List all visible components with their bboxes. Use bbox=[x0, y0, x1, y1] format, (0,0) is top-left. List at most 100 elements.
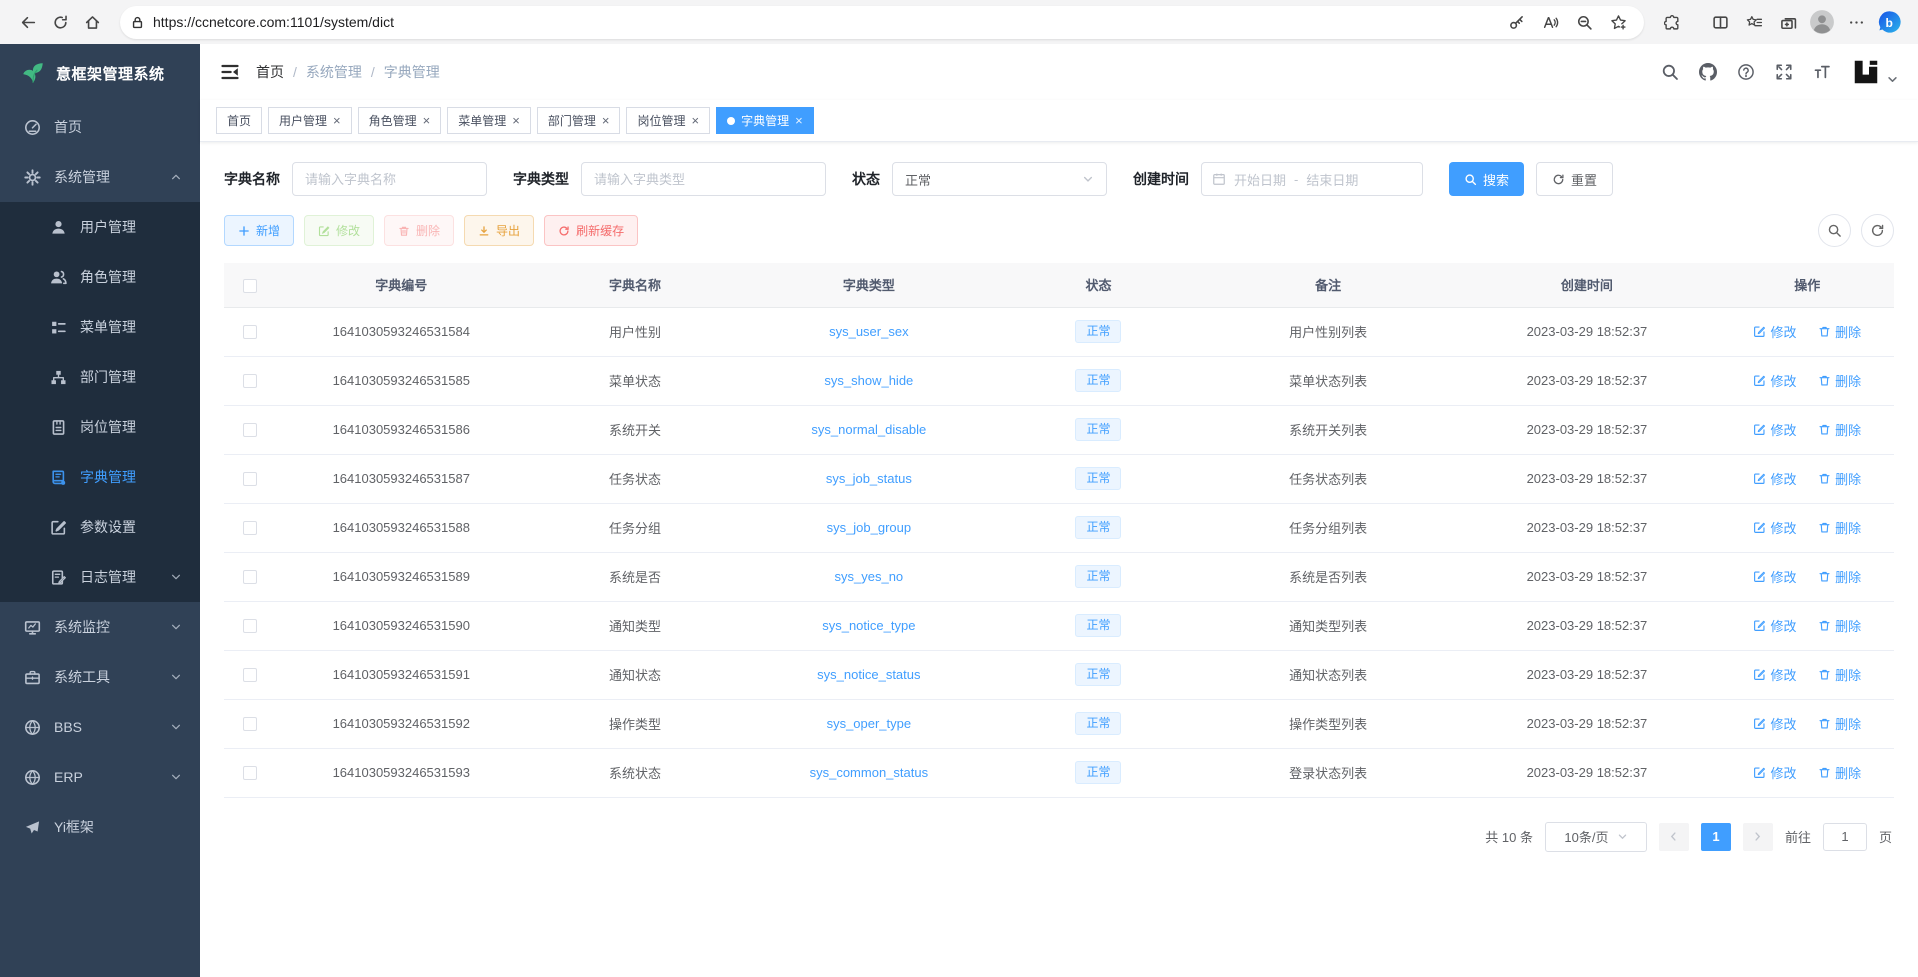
next-page-button[interactable] bbox=[1743, 823, 1773, 851]
row-edit-button[interactable]: 修改 bbox=[1753, 567, 1796, 586]
row-checkbox[interactable] bbox=[243, 717, 257, 731]
dict-type-link[interactable]: sys_notice_type bbox=[822, 618, 915, 633]
read-aloud-button[interactable] bbox=[1534, 6, 1566, 38]
sidebar-item-yi-framework[interactable]: Yi框架 bbox=[0, 802, 200, 852]
bing-chat-button[interactable]: b bbox=[1874, 6, 1906, 38]
row-delete-button[interactable]: 删除 bbox=[1818, 518, 1861, 537]
row-edit-button[interactable]: 修改 bbox=[1753, 420, 1796, 439]
dict-type-link[interactable]: sys_notice_status bbox=[817, 667, 920, 682]
row-edit-button[interactable]: 修改 bbox=[1753, 665, 1796, 684]
tab-users[interactable]: 用户管理 × bbox=[268, 107, 352, 134]
sidebar-item-tools[interactable]: 系统工具 bbox=[0, 652, 200, 702]
tab-menus[interactable]: 菜单管理 × bbox=[447, 107, 531, 134]
refresh-cache-button[interactable]: 刷新缓存 bbox=[544, 215, 638, 246]
favorite-add-button[interactable] bbox=[1602, 6, 1634, 38]
row-edit-button[interactable]: 修改 bbox=[1753, 518, 1796, 537]
select-all-checkbox[interactable] bbox=[243, 279, 257, 293]
status-select[interactable]: 正常 bbox=[892, 162, 1107, 196]
tab-close-icon[interactable]: × bbox=[795, 114, 803, 127]
tab-departments[interactable]: 部门管理 × bbox=[537, 107, 621, 134]
row-delete-button[interactable]: 删除 bbox=[1818, 420, 1861, 439]
user-menu[interactable] bbox=[1851, 57, 1898, 87]
dict-type-link[interactable]: sys_user_sex bbox=[829, 324, 908, 339]
row-edit-button[interactable]: 修改 bbox=[1753, 616, 1796, 635]
row-checkbox[interactable] bbox=[243, 766, 257, 780]
row-edit-button[interactable]: 修改 bbox=[1753, 469, 1796, 488]
goto-page-input[interactable] bbox=[1823, 823, 1867, 851]
more-button[interactable] bbox=[1840, 6, 1872, 38]
dict-type-link[interactable]: sys_job_status bbox=[826, 471, 912, 486]
address-bar[interactable]: https://ccnetcore.com:1101/system/dict bbox=[120, 6, 1644, 39]
tab-home[interactable]: 首页 bbox=[216, 107, 262, 134]
tab-close-icon[interactable]: × bbox=[512, 114, 520, 127]
collapse-sidebar-icon[interactable] bbox=[220, 62, 240, 82]
home-button[interactable] bbox=[76, 6, 108, 38]
reload-button[interactable] bbox=[44, 6, 76, 38]
row-checkbox[interactable] bbox=[243, 668, 257, 682]
sidebar-item-params[interactable]: 参数设置 bbox=[0, 502, 200, 552]
tab-roles[interactable]: 角色管理 × bbox=[358, 107, 442, 134]
font-size-icon[interactable] bbox=[1813, 63, 1831, 81]
back-button[interactable] bbox=[12, 6, 44, 38]
row-delete-button[interactable]: 删除 bbox=[1818, 567, 1861, 586]
row-edit-button[interactable]: 修改 bbox=[1753, 322, 1796, 341]
row-delete-button[interactable]: 删除 bbox=[1818, 469, 1861, 488]
delete-button[interactable]: 删除 bbox=[384, 215, 454, 246]
sidebar-item-home[interactable]: 首页 bbox=[0, 102, 200, 152]
search-button[interactable]: 搜索 bbox=[1449, 162, 1524, 196]
row-delete-button[interactable]: 删除 bbox=[1818, 371, 1861, 390]
sidebar-item-system[interactable]: 系统管理 bbox=[0, 152, 200, 202]
page-number-1[interactable]: 1 bbox=[1701, 823, 1731, 851]
dict-type-link[interactable]: sys_oper_type bbox=[827, 716, 912, 731]
app-logo[interactable]: 意框架管理系统 bbox=[0, 44, 200, 102]
key-button[interactable] bbox=[1500, 6, 1532, 38]
row-edit-button[interactable]: 修改 bbox=[1753, 371, 1796, 390]
row-delete-button[interactable]: 删除 bbox=[1818, 714, 1861, 733]
tab-close-icon[interactable]: × bbox=[602, 114, 610, 127]
help-icon[interactable] bbox=[1737, 63, 1755, 81]
fullscreen-icon[interactable] bbox=[1775, 63, 1793, 81]
refresh-table-button[interactable] bbox=[1861, 214, 1894, 247]
sidebar-item-dict[interactable]: 字典管理 bbox=[0, 452, 200, 502]
github-icon[interactable] bbox=[1699, 63, 1717, 81]
export-button[interactable]: 导出 bbox=[464, 215, 534, 246]
tab-close-icon[interactable]: × bbox=[423, 114, 431, 127]
row-checkbox[interactable] bbox=[243, 374, 257, 388]
profile-avatar-button[interactable] bbox=[1806, 6, 1838, 38]
sidebar-item-posts[interactable]: 岗位管理 bbox=[0, 402, 200, 452]
row-checkbox[interactable] bbox=[243, 423, 257, 437]
prev-page-button[interactable] bbox=[1659, 823, 1689, 851]
row-checkbox[interactable] bbox=[243, 472, 257, 486]
row-delete-button[interactable]: 删除 bbox=[1818, 763, 1861, 782]
dict-type-link[interactable]: sys_job_group bbox=[827, 520, 912, 535]
sidebar-item-logs[interactable]: 日志管理 bbox=[0, 552, 200, 602]
row-checkbox[interactable] bbox=[243, 325, 257, 339]
row-edit-button[interactable]: 修改 bbox=[1753, 714, 1796, 733]
edit-button[interactable]: 修改 bbox=[304, 215, 374, 246]
zoom-out-button[interactable] bbox=[1568, 6, 1600, 38]
tab-close-icon[interactable]: × bbox=[691, 114, 699, 127]
dict-type-link[interactable]: sys_normal_disable bbox=[811, 422, 926, 437]
row-delete-button[interactable]: 删除 bbox=[1818, 322, 1861, 341]
toggle-search-button[interactable] bbox=[1818, 214, 1851, 247]
collections-button[interactable] bbox=[1772, 6, 1804, 38]
sidebar-item-roles[interactable]: 角色管理 bbox=[0, 252, 200, 302]
row-delete-button[interactable]: 删除 bbox=[1818, 665, 1861, 684]
reset-button[interactable]: 重置 bbox=[1536, 162, 1613, 196]
row-checkbox[interactable] bbox=[243, 570, 257, 584]
sidebar-item-monitor[interactable]: 系统监控 bbox=[0, 602, 200, 652]
row-checkbox[interactable] bbox=[243, 619, 257, 633]
extensions-button[interactable] bbox=[1656, 6, 1688, 38]
page-size-select[interactable]: 10条/页 bbox=[1545, 822, 1647, 852]
dict-type-link[interactable]: sys_common_status bbox=[810, 765, 929, 780]
dict-type-link[interactable]: sys_show_hide bbox=[824, 373, 913, 388]
tab-dict[interactable]: 字典管理 × bbox=[716, 107, 814, 134]
add-button[interactable]: 新增 bbox=[224, 215, 294, 246]
favorites-bar-button[interactable] bbox=[1738, 6, 1770, 38]
sidebar-item-menus[interactable]: 菜单管理 bbox=[0, 302, 200, 352]
row-delete-button[interactable]: 删除 bbox=[1818, 616, 1861, 635]
sidebar-item-departments[interactable]: 部门管理 bbox=[0, 352, 200, 402]
breadcrumb-home[interactable]: 首页 bbox=[256, 62, 284, 82]
split-screen-button[interactable] bbox=[1704, 6, 1736, 38]
dict-type-link[interactable]: sys_yes_no bbox=[835, 569, 904, 584]
